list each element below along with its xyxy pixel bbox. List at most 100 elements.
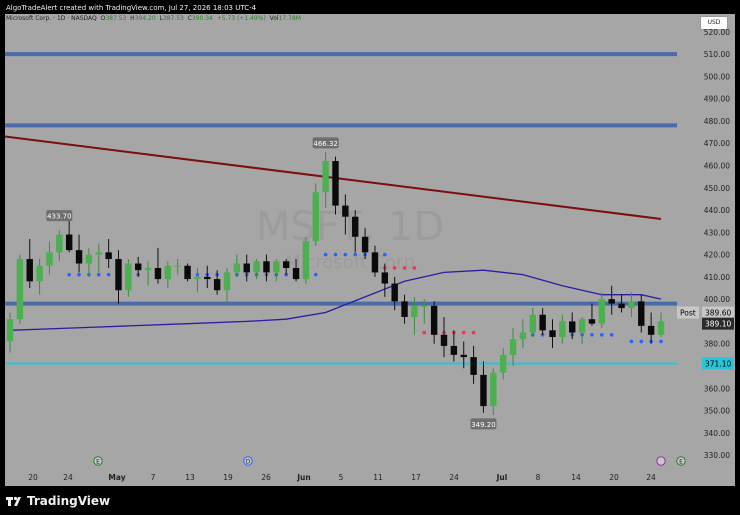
x-tick-label: May	[108, 473, 125, 482]
support-dot	[629, 339, 634, 344]
price-label-text: 389.60	[705, 309, 731, 318]
price-label-text: 371.10	[705, 360, 731, 369]
support-dot	[77, 272, 81, 277]
candle-up	[174, 265, 181, 267]
candle-up	[253, 261, 260, 273]
candle-down	[263, 261, 270, 273]
candle-up	[411, 305, 418, 317]
y-tick-label: 520.00	[704, 28, 730, 37]
x-tick-label: 24	[63, 473, 73, 482]
candle-up	[490, 372, 497, 407]
candle-up	[499, 354, 507, 373]
candle-down	[391, 283, 398, 302]
y-tick-label: 470.00	[704, 139, 730, 148]
x-tick-label: 24	[449, 473, 459, 482]
marker-label: E	[96, 459, 100, 466]
candle-down	[332, 161, 339, 206]
x-tick-label: 13	[185, 473, 195, 482]
candle-down	[243, 263, 250, 273]
candle-down	[569, 321, 576, 333]
resistance-dot	[402, 266, 407, 270]
candle-down	[450, 345, 458, 355]
marker-label: E	[679, 459, 683, 466]
candle-down	[105, 252, 112, 260]
support-dot	[590, 332, 594, 337]
candle-down	[135, 263, 142, 271]
candle-down	[361, 236, 369, 253]
x-tick-label: 5	[339, 473, 344, 482]
candle-down	[401, 301, 408, 317]
x-tick-label: 8	[536, 473, 541, 482]
candle-down	[460, 354, 467, 358]
y-tick-label: 460.00	[704, 161, 730, 170]
x-tick-label: 19	[223, 473, 233, 482]
resistance-dot	[422, 330, 427, 335]
support-dot	[333, 252, 338, 257]
candle-down	[371, 252, 379, 273]
y-tick-label: 380.00	[704, 340, 730, 349]
split-marker-icon	[656, 456, 666, 466]
candle-down	[213, 279, 221, 291]
candle-down	[154, 267, 162, 280]
y-tick-label: 490.00	[704, 95, 730, 104]
candle-up	[628, 301, 635, 309]
support-dot	[600, 332, 604, 337]
support-dot	[343, 252, 348, 257]
y-tick-label: 510.00	[704, 50, 730, 59]
candle-up	[302, 241, 310, 280]
candle-up	[85, 254, 93, 264]
x-tick-label: Jul	[496, 473, 508, 482]
candle-down	[549, 330, 556, 338]
price-chart: MSFT, 1DMicrosoft Corp 433.70466.32349.2…	[4, 28, 734, 482]
candle-up	[529, 314, 536, 333]
x-tick-label: 7	[151, 473, 156, 482]
candle-down	[381, 272, 389, 284]
support-dot	[106, 272, 111, 277]
candle-up	[312, 192, 319, 242]
candle-up	[95, 252, 102, 255]
candle-down	[638, 301, 645, 326]
candle-down	[75, 250, 83, 264]
candle-down	[608, 299, 615, 304]
candle-down	[204, 276, 211, 280]
annotation-label: 433.70	[47, 213, 72, 221]
candle-up	[509, 339, 517, 355]
candle-down	[588, 319, 596, 324]
candle-up	[194, 276, 201, 280]
candle-up	[233, 263, 241, 273]
brand-name: TradingView	[27, 494, 111, 508]
candle-down	[440, 334, 448, 346]
marker-label: D	[246, 459, 251, 466]
y-tick-label: 340.00	[704, 429, 730, 438]
post-label: Post	[680, 309, 696, 318]
candle-up	[598, 299, 606, 324]
support-dot	[639, 339, 644, 344]
y-tick-label: 420.00	[704, 251, 730, 260]
resistance-dot	[461, 330, 466, 335]
support-dot	[323, 252, 328, 257]
y-tick-label: 500.00	[704, 72, 730, 81]
y-tick-label: 450.00	[704, 184, 730, 193]
brand[interactable]: TradingView	[6, 493, 110, 509]
x-tick-label: 20	[28, 473, 38, 482]
candle-down	[65, 234, 73, 251]
candle-down	[618, 303, 625, 309]
candle-down	[430, 305, 438, 335]
x-tick-label: 24	[646, 473, 656, 482]
support-dot	[313, 272, 318, 277]
x-tick-label: 26	[261, 473, 271, 482]
annotation-label: 349.20	[471, 421, 496, 429]
x-tick-label: 20	[609, 473, 619, 482]
candle-down	[342, 205, 349, 217]
candle-down	[115, 259, 122, 291]
support-dot	[96, 272, 101, 277]
candle-up	[56, 234, 63, 253]
candle-up	[144, 267, 152, 271]
x-tick-label: 14	[571, 473, 581, 482]
candle-down	[647, 325, 655, 335]
candle-up	[6, 319, 14, 342]
annotation-label: 466.32	[313, 140, 338, 148]
resistance-dot	[471, 330, 476, 335]
candle-up	[559, 321, 566, 338]
y-tick-label: 400.00	[704, 295, 730, 304]
